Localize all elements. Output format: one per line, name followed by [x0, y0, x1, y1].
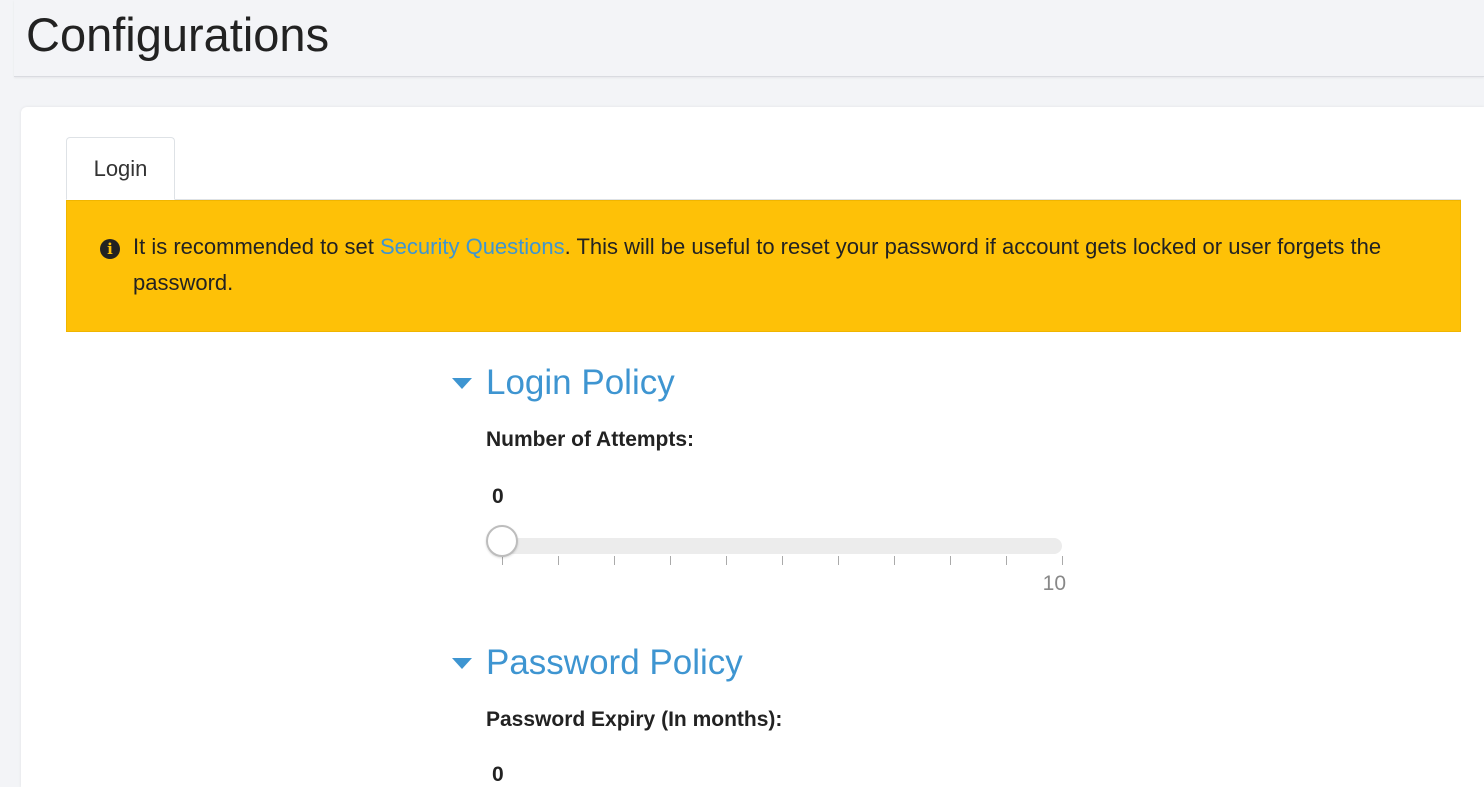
slider-tick	[1006, 556, 1007, 565]
attempts-slider-track[interactable]	[502, 538, 1062, 554]
slider-tick	[950, 556, 951, 565]
attempts-value: 0	[492, 485, 504, 508]
slider-tick	[670, 556, 671, 565]
slider-tick	[782, 556, 783, 565]
security-questions-link[interactable]: Security Questions	[380, 234, 565, 259]
slider-max-label: 10	[1042, 572, 1066, 595]
slider-tick	[614, 556, 615, 565]
caret-down-icon	[452, 377, 472, 389]
info-circle-icon: i	[100, 239, 120, 259]
attempts-slider-handle[interactable]	[486, 525, 518, 557]
configuration-card: Login i It is recommended to set Securit…	[21, 107, 1484, 787]
caret-down-icon	[452, 657, 472, 669]
alert-message: It is recommended to set Security Questi…	[133, 229, 1423, 301]
password-policy-header[interactable]: Password Policy	[452, 643, 743, 683]
page-header: Configurations	[14, 0, 1484, 77]
password-policy-title: Password Policy	[486, 643, 743, 682]
page-title: Configurations	[26, 8, 330, 61]
slider-tick	[894, 556, 895, 565]
slider-tick	[838, 556, 839, 565]
password-expiry-value: 0	[492, 763, 504, 786]
login-policy-header[interactable]: Login Policy	[452, 363, 675, 403]
tab-login[interactable]: Login	[66, 137, 175, 200]
slider-tick	[726, 556, 727, 565]
slider-tick	[502, 556, 503, 565]
login-policy-title: Login Policy	[486, 363, 675, 402]
alert-text-before: It is recommended to set	[133, 234, 380, 259]
security-questions-alert: i It is recommended to set Security Ques…	[66, 200, 1461, 332]
attempts-label: Number of Attempts:	[486, 428, 695, 451]
slider-tick	[1062, 556, 1063, 565]
password-expiry-label: Password Expiry (In months):	[486, 708, 783, 731]
slider-tick	[558, 556, 559, 565]
tab-bar: Login	[66, 137, 1461, 200]
